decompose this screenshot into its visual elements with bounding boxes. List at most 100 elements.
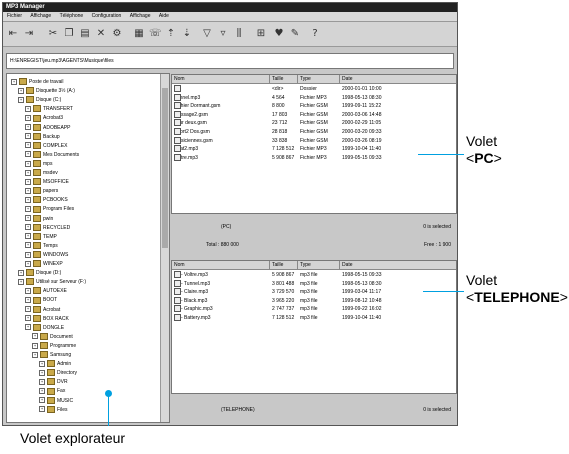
menu-display[interactable]: Affichage <box>130 13 151 19</box>
tree-node[interactable]: + RECYCLED <box>25 223 70 232</box>
path-field[interactable]: H:\ENREGIST\jeu.mp3\AGENTS\Musique\files <box>6 53 454 69</box>
expand-icon[interactable]: + <box>11 78 17 85</box>
tree-node[interactable]: + Disque (C:) <box>18 96 61 104</box>
expand-icon[interactable]: + <box>25 260 31 267</box>
tree-node[interactable]: + Temps <box>25 241 58 250</box>
filter2-icon[interactable]: ▿ <box>217 27 229 40</box>
menu-config[interactable]: Configuration <box>92 13 122 19</box>
tree-node[interactable]: + TEMP <box>25 232 57 241</box>
expand-icon[interactable]: + <box>39 369 45 376</box>
expand-icon[interactable]: + <box>25 151 31 158</box>
upload-icon[interactable]: ⇡ <box>165 27 177 40</box>
phone-col-date[interactable]: Date <box>340 261 456 269</box>
expand-icon[interactable]: + <box>25 287 31 294</box>
tree-node[interactable]: + Disque (D:) <box>18 269 61 277</box>
tree-node[interactable]: + Mes Documents <box>25 150 79 159</box>
tree-node[interactable]: + pwin <box>25 214 53 223</box>
back-icon[interactable]: ⇤ <box>7 27 19 40</box>
menu-view[interactable]: Affichage <box>30 13 51 19</box>
tree-node[interactable]: + COMPLEX <box>25 141 67 150</box>
expand-icon[interactable]: + <box>39 360 45 367</box>
expand-icon[interactable]: + <box>32 351 38 358</box>
tree-node[interactable]: + Programme <box>32 342 76 350</box>
paste-icon[interactable]: ▤ <box>79 27 91 40</box>
explorer-scrollbar[interactable] <box>160 74 169 422</box>
pc-col-size[interactable]: Taille <box>270 75 298 83</box>
expand-icon[interactable]: + <box>18 278 24 285</box>
expand-icon[interactable]: + <box>25 251 31 258</box>
table-row[interactable]: Message2.gsm 17 803 Fichier GSM 2000-03-06 … <box>172 110 456 119</box>
tree-node[interactable]: + Acrobat <box>25 305 60 314</box>
table-row[interactable]: 05 - Graphic.mp3 2 747 737 mp3 file 1999-09… <box>172 305 456 313</box>
expand-icon[interactable]: + <box>25 215 31 222</box>
heart-icon[interactable]: ♥ <box>273 27 285 40</box>
expand-icon[interactable]: + <box>25 233 31 240</box>
table-row[interactable]: .. <dir> Dossier 2000-01-01 10:00 <box>172 85 456 93</box>
expand-icon[interactable]: + <box>25 178 31 185</box>
table-row[interactable]: Sport2 Dos.gsm 28 818 Fichier GSM 2000-03-2… <box>172 128 456 136</box>
menu-phone[interactable]: Téléphone <box>60 13 84 19</box>
cut-icon[interactable]: ✂ <box>47 27 59 40</box>
expand-icon[interactable]: + <box>18 96 24 103</box>
table-row[interactable]: Fichier Dormant.gsm 8 800 Fichier GSM 1999-… <box>172 102 456 110</box>
delete-icon[interactable]: ✕ <box>95 27 107 40</box>
table-row[interactable]: Musiciennes.gsm 33 838 Fichier GSM 2000-03-… <box>172 136 456 145</box>
expand-icon[interactable]: + <box>39 378 45 385</box>
table-row[interactable]: 08 - Voltre.mp3 5 908 867 mp3 file 1998-05-… <box>172 271 456 279</box>
expand-icon[interactable]: + <box>25 105 31 112</box>
expand-icon[interactable]: + <box>32 333 38 340</box>
expand-icon[interactable]: + <box>25 142 31 149</box>
expand-icon[interactable]: + <box>39 388 45 395</box>
expand-icon[interactable]: + <box>25 315 31 322</box>
tree-node[interactable]: + Poste de travail <box>11 78 63 86</box>
expand-icon[interactable]: + <box>25 187 31 194</box>
table-row[interactable]: 06 - Battery.mp3 7 128 512 mp3 file 1999-10… <box>172 314 456 322</box>
expand-icon[interactable]: + <box>25 324 31 331</box>
table-row[interactable]: 02 - Tunnel.mp3 3 801 488 mp3 file 1998-05-… <box>172 279 456 288</box>
expand-icon[interactable]: + <box>25 196 31 203</box>
expand-icon[interactable]: + <box>25 206 31 213</box>
grid-icon[interactable]: ⊞ <box>255 27 267 40</box>
phone-col-type[interactable]: Type <box>298 261 340 269</box>
menu-file[interactable]: Fichier <box>7 13 22 19</box>
tree-node[interactable]: + BOOT <box>25 296 57 304</box>
tree-node[interactable]: + Admin <box>39 360 71 368</box>
properties-icon[interactable]: ⚙ <box>111 27 123 40</box>
pc-col-name[interactable]: Nom <box>172 75 270 83</box>
pc-col-type[interactable]: Type <box>298 75 340 83</box>
tree-node[interactable]: + MUSIC <box>39 396 73 405</box>
expand-icon[interactable]: + <box>32 342 38 349</box>
tools-icon[interactable]: ✎ <box>289 27 301 40</box>
tree-node[interactable]: + Program Files <box>25 205 74 213</box>
phone-col-name[interactable]: Nom <box>172 261 270 269</box>
tree-node[interactable]: + Acrobat3 <box>25 114 63 122</box>
tree-node[interactable]: + Utilisé sur Serveur (F:) <box>18 278 86 286</box>
copy-icon[interactable]: ❐ <box>63 27 75 40</box>
table-row[interactable]: Voltre.mp3 5 908 867 Fichier MP3 1999-05-15… <box>172 153 456 162</box>
expand-icon[interactable]: + <box>25 224 31 231</box>
expand-icon[interactable]: + <box>25 124 31 131</box>
tree-node[interactable]: + Disquette 3½ (A:) <box>18 87 75 95</box>
expand-icon[interactable]: + <box>25 242 31 249</box>
tree-node[interactable]: + WINEXP <box>25 260 63 268</box>
expand-icon[interactable]: + <box>39 406 45 413</box>
tree-node[interactable]: + MSOFFICE <box>25 178 69 186</box>
tree-node[interactable]: + msdev <box>25 169 58 177</box>
expand-icon[interactable]: + <box>25 297 31 304</box>
filter-icon[interactable]: ▽ <box>201 27 213 40</box>
phone-icon[interactable]: ☏ <box>149 27 162 40</box>
help-icon[interactable]: ? <box>309 27 321 40</box>
table-row[interactable]: 04 - Black.mp3 3 965 220 mp3 file 1999-08-1… <box>172 296 456 305</box>
tree-node[interactable]: + AUTOEXE <box>25 287 67 295</box>
view-icon[interactable]: ▦ <box>133 27 145 40</box>
expand-icon[interactable]: + <box>25 169 31 176</box>
expand-icon[interactable]: + <box>39 397 45 404</box>
expand-icon[interactable]: + <box>18 87 24 94</box>
forward-icon[interactable]: ⇥ <box>23 27 35 40</box>
pc-col-date[interactable]: Date <box>340 75 456 83</box>
expand-icon[interactable]: + <box>25 160 31 167</box>
phone-col-size[interactable]: Taille <box>270 261 298 269</box>
expand-icon[interactable]: + <box>25 115 31 122</box>
table-row[interactable]: 03 - Claire.mp3 3 729 570 mp3 file 1999-03-… <box>172 288 456 296</box>
tree-node[interactable]: + WINDOWS <box>25 251 68 259</box>
